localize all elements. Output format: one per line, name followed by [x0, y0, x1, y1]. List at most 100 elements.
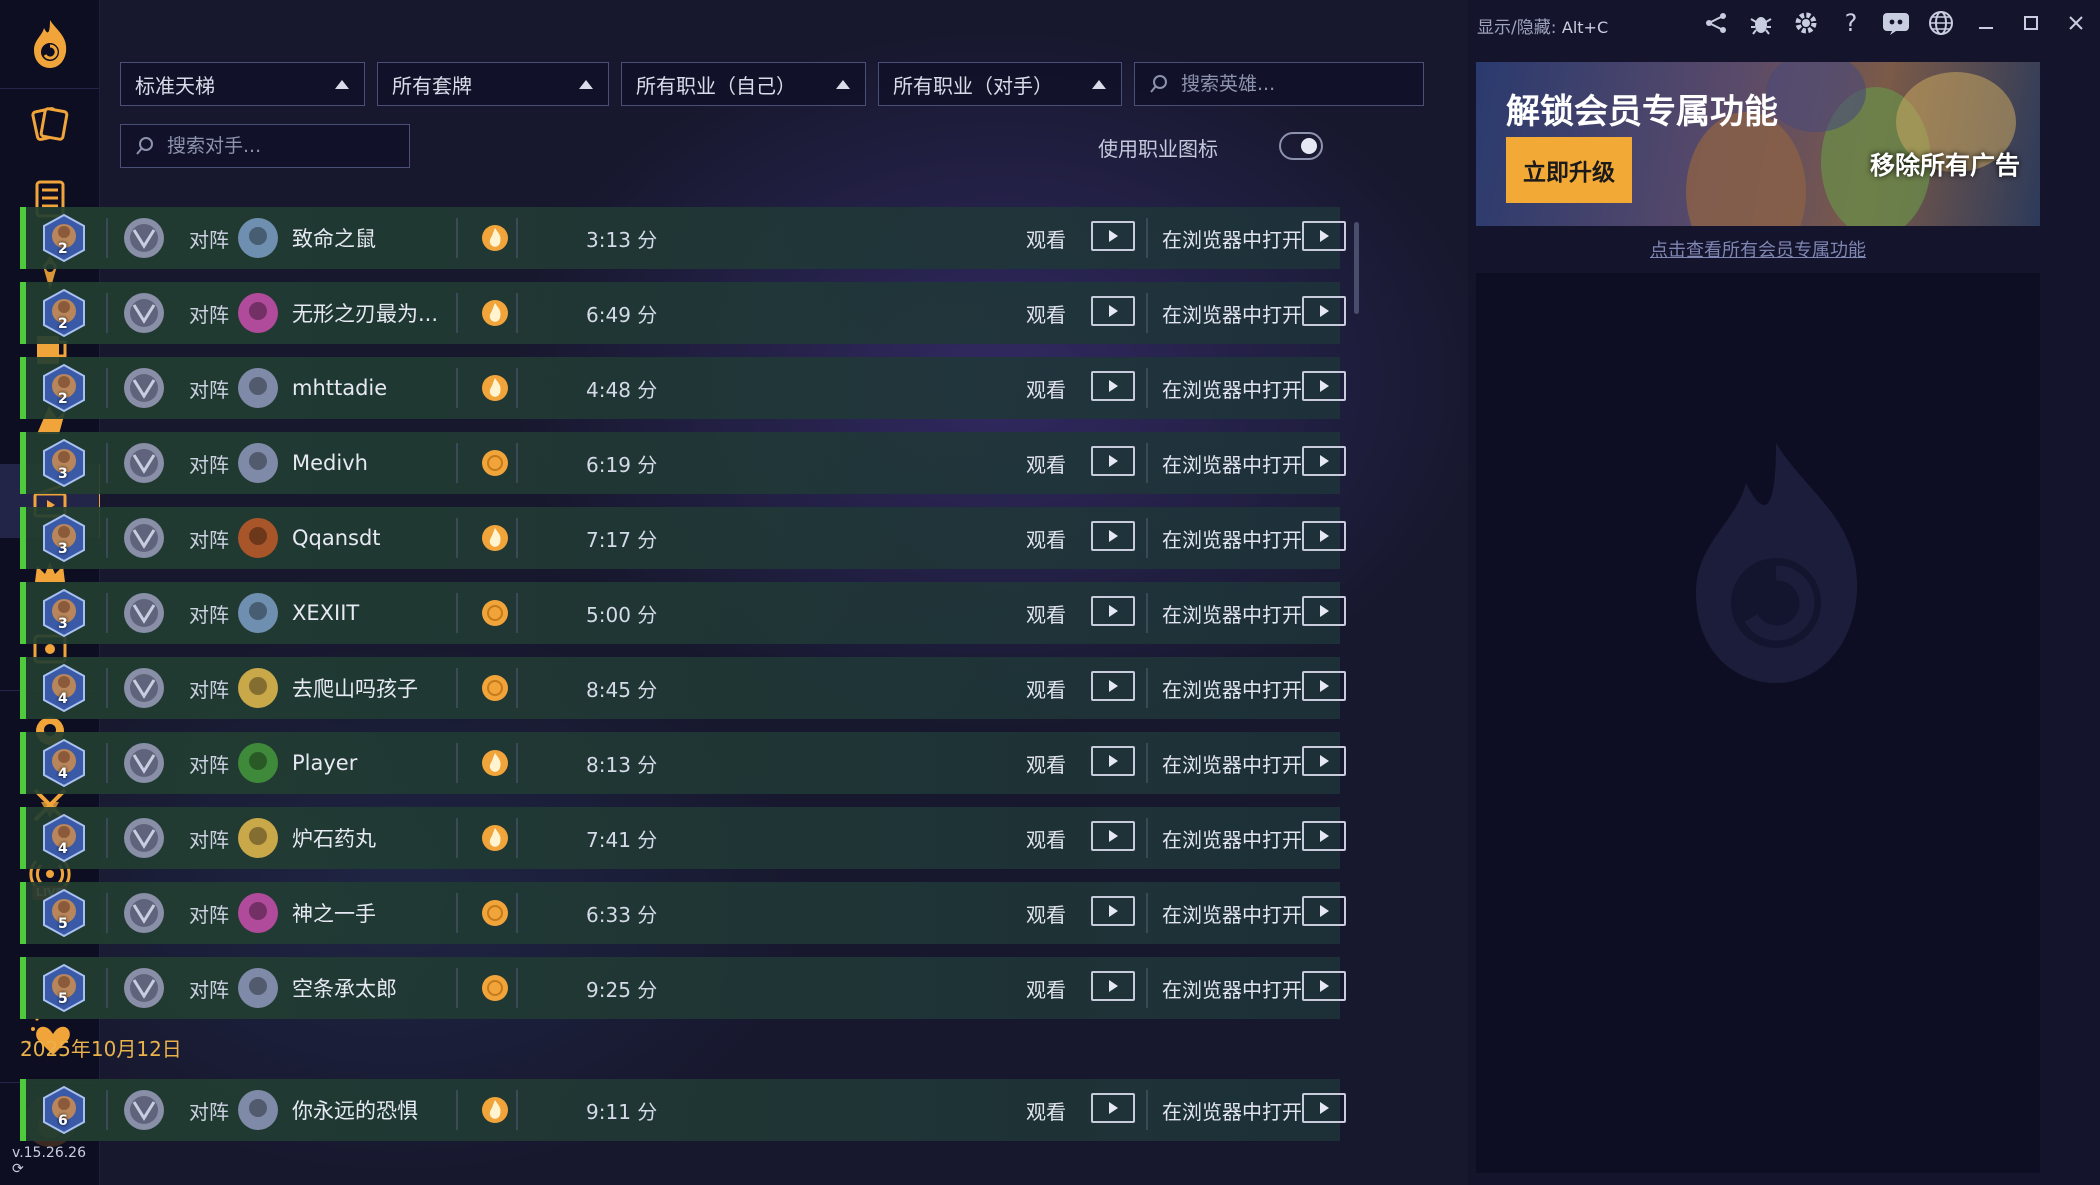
help-icon[interactable]: ? — [1837, 9, 1865, 37]
replay-row[interactable]: 5 对阵 空条承太郎 9:25 分 观看 在浏览器中打开 — [20, 957, 1346, 1019]
watch-label[interactable]: 观看 — [1026, 432, 1066, 494]
open-in-browser-button[interactable] — [1302, 821, 1346, 851]
mode-dropdown[interactable]: 标准天梯 — [120, 62, 365, 106]
watch-label[interactable]: 观看 — [1026, 657, 1066, 719]
maximize-icon[interactable] — [2017, 9, 2045, 37]
replay-row[interactable]: 4 对阵 去爬山吗孩子 8:45 分 观看 在浏览器中打开 — [20, 657, 1346, 719]
replay-row[interactable]: 3 对阵 Qqansdt 7:17 分 观看 在浏览器中打开 — [20, 507, 1346, 569]
watch-button[interactable] — [1091, 896, 1135, 926]
play-icon — [1109, 980, 1118, 992]
hero-search[interactable] — [1134, 62, 1424, 106]
watch-button[interactable] — [1091, 446, 1135, 476]
scrollbar[interactable] — [1354, 222, 1359, 314]
watch-button[interactable] — [1091, 971, 1135, 1001]
play-icon — [1320, 230, 1329, 242]
replay-row[interactable]: 2 对阵 无形之刃最为... 6:49 分 观看 在浏览器中打开 — [20, 282, 1346, 344]
premium-banner[interactable]: 解锁会员专属功能 立即升级 移除所有广告 — [1476, 62, 2040, 226]
open-in-browser-button[interactable] — [1302, 971, 1346, 1001]
play-icon — [1320, 755, 1329, 767]
replay-row[interactable]: 5 对阵 神之一手 6:33 分 观看 在浏览器中打开 — [20, 882, 1346, 944]
sidebar-item-cards[interactable] — [0, 88, 99, 162]
play-icon — [1109, 1102, 1118, 1114]
bug-icon[interactable] — [1747, 9, 1775, 37]
watch-label[interactable]: 观看 — [1026, 732, 1066, 794]
open-in-browser-label[interactable]: 在浏览器中打开 — [1162, 657, 1302, 719]
opponent-hero-icon — [236, 357, 280, 419]
class-icon-toggle[interactable] — [1279, 132, 1323, 160]
caret-up-icon — [579, 80, 593, 89]
open-in-browser-label[interactable]: 在浏览器中打开 — [1162, 207, 1302, 269]
opponent-hero-icon — [236, 207, 280, 269]
open-in-browser-label[interactable]: 在浏览器中打开 — [1162, 882, 1302, 944]
refresh-icon[interactable]: ⟳ — [12, 1161, 24, 1177]
app-logo[interactable] — [0, 0, 99, 89]
open-in-browser-label[interactable]: 在浏览器中打开 — [1162, 957, 1302, 1019]
open-in-browser-button[interactable] — [1302, 746, 1346, 776]
globe-icon[interactable] — [1927, 9, 1955, 37]
replay-row[interactable]: 2 对阵 mhttadie 4:48 分 观看 在浏览器中打开 — [20, 357, 1346, 419]
watch-label[interactable]: 观看 — [1026, 882, 1066, 944]
replay-row[interactable]: 2 对阵 致命之鼠 3:13 分 观看 在浏览器中打开 — [20, 207, 1346, 269]
close-icon[interactable] — [2062, 9, 2090, 37]
hero-search-input[interactable] — [1179, 72, 1403, 96]
opponent-class-dropdown[interactable]: 所有职业（对手） — [878, 62, 1122, 106]
watch-label[interactable]: 观看 — [1026, 957, 1066, 1019]
open-in-browser-label[interactable]: 在浏览器中打开 — [1162, 732, 1302, 794]
open-in-browser-button[interactable] — [1302, 596, 1346, 626]
open-in-browser-label[interactable]: 在浏览器中打开 — [1162, 807, 1302, 869]
game-duration: 8:45 分 — [586, 677, 658, 702]
open-in-browser-button[interactable] — [1302, 896, 1346, 926]
replay-row[interactable]: 4 对阵 炉石药丸 7:41 分 观看 在浏览器中打开 — [20, 807, 1346, 869]
opponent-search[interactable] — [120, 124, 410, 168]
watch-label[interactable]: 观看 — [1026, 1079, 1066, 1141]
watch-button[interactable] — [1091, 821, 1135, 851]
open-in-browser-button[interactable] — [1302, 371, 1346, 401]
replay-row[interactable]: 6 对阵 你永远的恐惧 9:11 分 观看 在浏览器中打开 — [20, 1079, 1346, 1141]
watch-button[interactable] — [1091, 746, 1135, 776]
open-in-browser-label[interactable]: 在浏览器中打开 — [1162, 432, 1302, 494]
watch-label[interactable]: 观看 — [1026, 507, 1066, 569]
watch-button[interactable] — [1091, 596, 1135, 626]
open-in-browser-label[interactable]: 在浏览器中打开 — [1162, 282, 1302, 344]
replay-row[interactable]: 4 对阵 Player 8:13 分 观看 在浏览器中打开 — [20, 732, 1346, 794]
premium-features-link[interactable]: 点击查看所有会员专属功能 — [1476, 236, 2040, 262]
own-class-dropdown[interactable]: 所有职业（自己） — [621, 62, 866, 106]
open-in-browser-label[interactable]: 在浏览器中打开 — [1162, 357, 1302, 419]
gear-icon[interactable] — [1792, 9, 1820, 37]
open-in-browser-button[interactable] — [1302, 1093, 1346, 1123]
open-in-browser-button[interactable] — [1302, 521, 1346, 551]
open-in-browser-button[interactable] — [1302, 296, 1346, 326]
upgrade-button[interactable]: 立即升级 — [1506, 137, 1632, 203]
replay-row[interactable]: 3 对阵 Medivh 6:19 分 观看 在浏览器中打开 — [20, 432, 1346, 494]
watch-label[interactable]: 观看 — [1026, 582, 1066, 644]
minimize-icon[interactable] — [1972, 9, 2000, 37]
open-in-browser-button[interactable] — [1302, 671, 1346, 701]
open-in-browser-button[interactable] — [1302, 446, 1346, 476]
discord-icon[interactable] — [1882, 9, 1910, 37]
coin-icon — [480, 432, 510, 494]
play-icon — [1109, 305, 1118, 317]
watch-button[interactable] — [1091, 671, 1135, 701]
replay-row[interactable]: 3 对阵 XEXIIT 5:00 分 观看 在浏览器中打开 — [20, 582, 1346, 644]
open-in-browser-label[interactable]: 在浏览器中打开 — [1162, 507, 1302, 569]
watch-button[interactable] — [1091, 371, 1135, 401]
watch-button[interactable] — [1091, 221, 1135, 251]
open-in-browser-label[interactable]: 在浏览器中打开 — [1162, 1079, 1302, 1141]
watch-button[interactable] — [1091, 296, 1135, 326]
opponent-search-input[interactable] — [165, 134, 389, 158]
watch-label[interactable]: 观看 — [1026, 357, 1066, 419]
player-hero-icon — [122, 657, 166, 719]
opponent-hero-icon — [236, 957, 280, 1019]
player-hero-icon — [122, 357, 166, 419]
share-icon[interactable] — [1702, 9, 1730, 37]
watch-label[interactable]: 观看 — [1026, 282, 1066, 344]
open-in-browser-label[interactable]: 在浏览器中打开 — [1162, 582, 1302, 644]
rank-badge-icon: 4 — [38, 807, 90, 869]
watch-button[interactable] — [1091, 1093, 1135, 1123]
watch-label[interactable]: 观看 — [1026, 207, 1066, 269]
open-in-browser-button[interactable] — [1302, 221, 1346, 251]
deck-dropdown[interactable]: 所有套牌 — [377, 62, 609, 106]
watch-button[interactable] — [1091, 521, 1135, 551]
watch-label[interactable]: 观看 — [1026, 807, 1066, 869]
opponent-name: 炉石药丸 — [292, 827, 376, 851]
